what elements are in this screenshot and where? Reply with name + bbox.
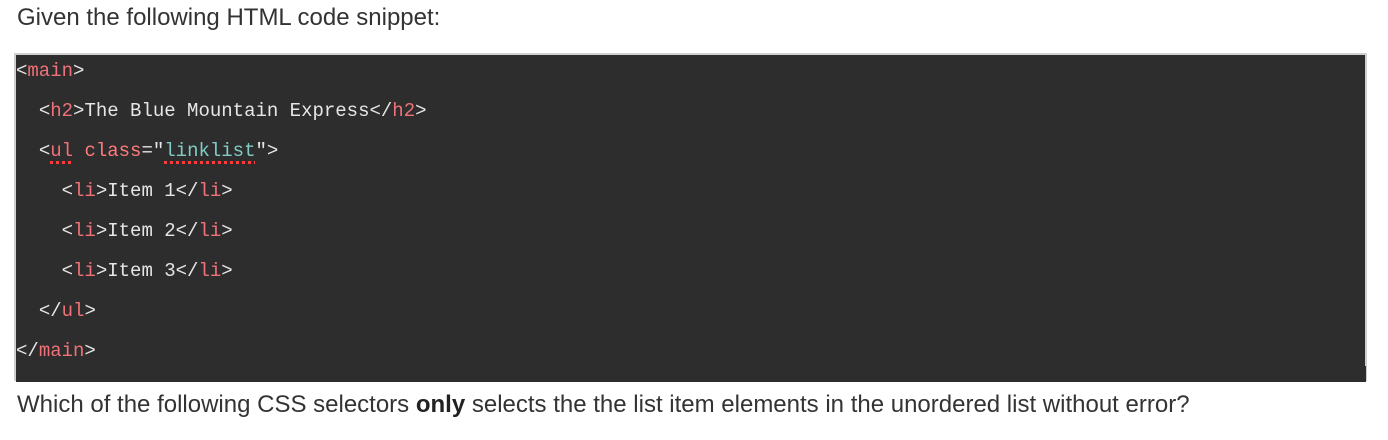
code-line-ul-close: </ul> [38,300,96,322]
code-line-li-2: <li>Item 2</li> [61,220,233,242]
tag-name: li [198,180,222,202]
tag-name: ul [61,300,85,322]
code-line-main-open: <main> [16,60,85,82]
code-block-bottom [16,366,1366,382]
code-line-li-3: <li>Item 3</li> [61,260,233,282]
tag-name: li [73,260,96,282]
tag-name: main [27,60,74,82]
tag-name: h2 [392,100,416,122]
code-line-li-1: <li>Item 1</li> [61,180,233,202]
question-text: Which of the following CSS selectors onl… [17,391,1190,418]
attribute-value-spellcheck: linklist [164,140,256,162]
list-item-text: Item 2 [107,220,176,242]
list-item-text: Item 3 [107,260,176,282]
tag-name: h2 [50,100,74,122]
heading-text: The Blue Mountain Express [84,100,370,122]
code-line-main-close: </main> [16,340,96,362]
tag-name: li [198,220,222,242]
tag-name: li [198,260,222,282]
tag-name: li [73,220,96,242]
tag-name-spellcheck: ul [50,140,74,162]
intro-text: Given the following HTML code snippet: [17,4,441,31]
tag-name: li [73,180,96,202]
attribute-name: class [84,140,142,162]
code-line-h2: <h2>The Blue Mountain Express</h2> [38,100,427,122]
tag-name: main [38,340,85,362]
code-line-ul-open: <ul class="linklist"> [38,140,279,162]
question-emphasis: only [415,391,466,418]
list-item-text: Item 1 [107,180,176,202]
